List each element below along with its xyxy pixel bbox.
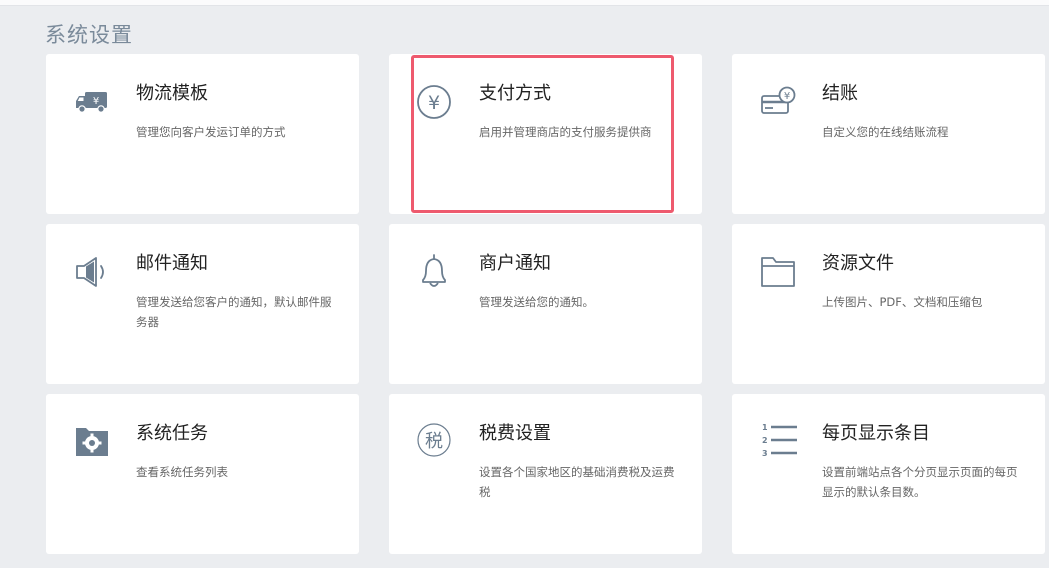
top-border: [0, 0, 1049, 6]
card-title: 结账: [822, 83, 858, 104]
card-description: 管理您向客户发运订单的方式: [136, 125, 286, 139]
truck-yen-icon: ¥: [74, 82, 114, 122]
card-description: 上传图片、PDF、文档和压缩包: [822, 295, 983, 309]
card-description: 自定义您的在线结账流程: [822, 125, 949, 139]
card-description: 设置各个国家地区的基础消费税及运费税: [479, 465, 675, 499]
card-title: 物流模板: [136, 83, 208, 104]
card-description: 设置前端站点各个分页显示页面的每页显示的默认条目数。: [822, 465, 1018, 499]
card-tax-settings[interactable]: 税 税费设置 设置各个国家地区的基础消费税及运费税: [389, 394, 702, 554]
card-email-notifications[interactable]: 邮件通知 管理发送给您客户的通知，默认邮件服务器: [46, 224, 359, 384]
numbered-list-icon: 1 2 3: [760, 422, 800, 462]
svg-text:2: 2: [762, 436, 768, 445]
card-title: 系统任务: [136, 423, 208, 444]
yen-circle-icon: ¥: [417, 82, 457, 122]
svg-text:¥: ¥: [93, 96, 99, 107]
card-yen-icon: ¥: [760, 82, 800, 122]
card-description: 查看系统任务列表: [136, 465, 228, 479]
card-description: 管理发送给您的通知。: [479, 295, 594, 309]
svg-text:¥: ¥: [784, 91, 790, 102]
card-merchant-notifications[interactable]: 商户通知 管理发送给您的通知。: [389, 224, 702, 384]
tax-circle-icon: 税: [417, 422, 457, 462]
svg-text:税: 税: [425, 431, 443, 452]
card-shipping-templates[interactable]: ¥ 物流模板 管理您向客户发运订单的方式: [46, 54, 359, 214]
card-description: 启用并管理商店的支付服务提供商: [479, 125, 652, 139]
card-payment-methods[interactable]: ¥ 支付方式 启用并管理商店的支付服务提供商: [389, 54, 702, 214]
folder-icon: [760, 252, 800, 292]
gear-folder-icon: [74, 422, 114, 462]
speaker-icon: [74, 252, 114, 292]
card-checkout[interactable]: ¥ 结账 自定义您的在线结账流程: [732, 54, 1045, 214]
page-title: 系统设置: [45, 23, 133, 47]
card-title: 商户通知: [479, 253, 551, 274]
svg-text:1: 1: [762, 423, 768, 432]
card-title: 税费设置: [479, 423, 551, 444]
card-items-per-page[interactable]: 1 2 3 每页显示条目 设置前端站点各个分页显示页面的每页显示的默认条目数。: [732, 394, 1045, 554]
bell-icon: [417, 252, 457, 292]
card-title: 支付方式: [479, 83, 551, 104]
card-description: 管理发送给您客户的通知，默认邮件服务器: [136, 295, 332, 329]
svg-text:3: 3: [762, 449, 768, 458]
card-system-tasks[interactable]: 系统任务 查看系统任务列表: [46, 394, 359, 554]
card-title: 每页显示条目: [822, 423, 930, 444]
card-resource-files[interactable]: 资源文件 上传图片、PDF、文档和压缩包: [732, 224, 1045, 384]
card-title: 邮件通知: [136, 253, 208, 274]
card-title: 资源文件: [822, 253, 894, 274]
svg-text:¥: ¥: [428, 92, 440, 114]
